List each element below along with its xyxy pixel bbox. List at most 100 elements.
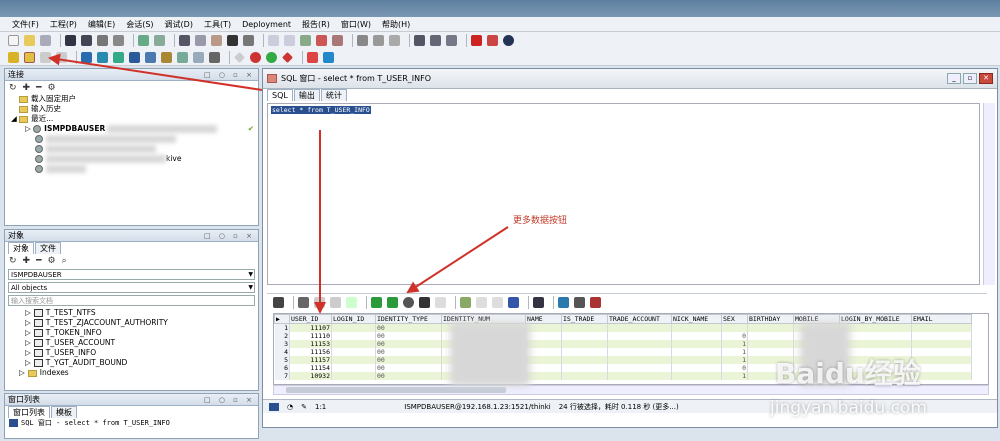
row-number[interactable]: 4 — [274, 348, 290, 356]
tree-item-table[interactable]: ▷ T_USER_ACCOUNT — [5, 338, 258, 348]
table-row[interactable]: 3 11153 00 1 — [274, 340, 972, 348]
tile-icon[interactable] — [430, 35, 441, 46]
red-marker-icon[interactable] — [250, 51, 261, 63]
red-diamond-icon[interactable] — [282, 51, 293, 63]
grid-cell[interactable] — [607, 356, 672, 364]
grid-cell[interactable] — [607, 323, 672, 332]
uncomment-icon[interactable] — [316, 35, 327, 46]
tree-item-table[interactable]: ▷ T_TOKEN_INFO — [5, 328, 258, 338]
find-icon[interactable] — [227, 35, 238, 46]
column-header[interactable]: LOGIN_BY_MOBILE — [839, 314, 912, 324]
arrow-down-icon[interactable] — [476, 297, 487, 308]
find-icon[interactable]: ⌕ — [62, 256, 67, 266]
arrow-up-icon[interactable] — [492, 297, 503, 308]
panel-controls[interactable]: □ ○ ▫ × — [204, 69, 255, 81]
diamond-icon[interactable] — [234, 51, 245, 63]
key-icon[interactable] — [8, 51, 19, 63]
refresh-icon[interactable]: ↻ — [9, 256, 17, 266]
tab-sql[interactable]: SQL — [267, 89, 293, 101]
grid-cell[interactable] — [747, 332, 794, 340]
post-icon[interactable] — [346, 297, 357, 308]
tab-output[interactable]: 输出 — [293, 89, 320, 101]
fetch-all-icon[interactable] — [387, 297, 398, 308]
panel-controls[interactable]: □ ○ ▫ × — [204, 230, 255, 242]
grid-cell[interactable] — [607, 332, 672, 340]
forward-arrow-icon[interactable] — [323, 51, 334, 63]
grid-cell[interactable] — [525, 332, 562, 340]
grid-cell[interactable] — [331, 348, 376, 356]
grid-cell[interactable] — [561, 348, 608, 356]
table-row[interactable]: 2 11110 00 0 — [274, 332, 972, 340]
add-icon[interactable]: ✚ — [23, 256, 31, 266]
grid-cell[interactable] — [721, 323, 748, 332]
tree-item-connection[interactable]: kive — [5, 154, 258, 164]
paste-icon[interactable] — [211, 35, 222, 46]
grid-cell[interactable] — [671, 340, 722, 348]
redo-icon[interactable] — [154, 35, 165, 46]
grid-cell[interactable] — [671, 364, 722, 372]
print-icon[interactable] — [574, 297, 585, 308]
user-select[interactable]: ISMPDBAUSER ▼ — [8, 269, 255, 280]
remove-icon[interactable]: ━ — [36, 83, 41, 93]
grid-cell[interactable]: 11157 — [289, 356, 332, 364]
grid-cell[interactable] — [561, 340, 608, 348]
output-toggle-icon[interactable] — [269, 402, 279, 411]
grid-cell[interactable]: 00 — [375, 372, 442, 380]
grid-cell[interactable] — [911, 340, 972, 348]
tree-item-table[interactable]: ▷ T_TEST_ZJACCOUNT_AUTHORITY — [5, 318, 258, 328]
row-number[interactable]: 5 — [274, 356, 290, 364]
menu-edit[interactable]: 编辑(E) — [88, 19, 115, 30]
grid-cell[interactable]: 11107 — [289, 323, 332, 332]
stop-icon[interactable] — [471, 35, 482, 46]
grid-cell[interactable]: 1 — [721, 356, 748, 364]
grid-cell[interactable] — [671, 332, 722, 340]
menu-tools[interactable]: 工具(T) — [204, 19, 231, 30]
save-icon[interactable] — [65, 35, 76, 46]
grid-cell[interactable] — [331, 340, 376, 348]
cascade-icon[interactable] — [446, 35, 457, 46]
row-number[interactable]: 2 — [274, 332, 290, 340]
grid-cell[interactable]: 00 — [375, 348, 442, 356]
grid-cell[interactable] — [561, 372, 608, 380]
grid-cell[interactable] — [331, 323, 376, 332]
comment-icon[interactable] — [300, 35, 311, 46]
tree-item-table[interactable]: ▷ T_YGT_AUDIT_BOUND — [5, 358, 258, 368]
grid-cell[interactable]: 1 — [721, 348, 748, 356]
query-builder-icon[interactable] — [161, 51, 172, 63]
grid-cell[interactable] — [747, 340, 794, 348]
break-icon[interactable] — [487, 35, 498, 46]
close-button[interactable]: ✕ — [979, 73, 993, 84]
column-header[interactable]: NAME — [525, 314, 562, 324]
grid-cell[interactable] — [671, 348, 722, 356]
grid-cell[interactable]: 1 — [721, 340, 748, 348]
minimize-button[interactable]: _ — [947, 73, 961, 84]
menu-project[interactable]: 工程(P) — [50, 19, 77, 30]
column-header[interactable]: EMAIL — [911, 314, 972, 324]
object-filter-select[interactable]: All objects ▼ — [8, 282, 255, 293]
execute-plan-icon[interactable] — [373, 35, 384, 46]
grid-cell[interactable] — [525, 323, 562, 332]
cut-icon[interactable] — [179, 35, 190, 46]
column-header[interactable]: NICK_NAME — [671, 314, 722, 324]
tab-objects[interactable]: 对象 — [8, 242, 34, 254]
tree-item-table[interactable]: ▷ T_USER_INFO — [5, 348, 258, 358]
wrench-icon[interactable] — [209, 51, 220, 63]
tab-files[interactable]: 文件 — [35, 242, 61, 254]
commit-icon[interactable] — [40, 51, 51, 63]
report-icon[interactable] — [177, 51, 188, 63]
menu-deployment[interactable]: Deployment — [242, 20, 291, 29]
print-icon[interactable] — [97, 35, 108, 46]
connect-icon[interactable] — [97, 51, 108, 63]
column-header[interactable]: BIRTHDAY — [747, 314, 794, 324]
grid-cell[interactable]: 10932 — [289, 372, 332, 380]
save-as-icon[interactable] — [40, 35, 51, 46]
table-row[interactable]: 1 11107 00 — [274, 323, 972, 332]
tree-item-connection[interactable] — [5, 134, 258, 144]
grid-cell[interactable] — [525, 356, 562, 364]
grid-cell[interactable]: 11153 — [289, 340, 332, 348]
document-icon[interactable] — [193, 51, 204, 63]
new-icon[interactable] — [8, 35, 19, 46]
tree-item-indexes[interactable]: ▷ Indexes — [5, 368, 258, 378]
copy-icon[interactable] — [195, 35, 206, 46]
export-icon[interactable] — [558, 297, 569, 308]
